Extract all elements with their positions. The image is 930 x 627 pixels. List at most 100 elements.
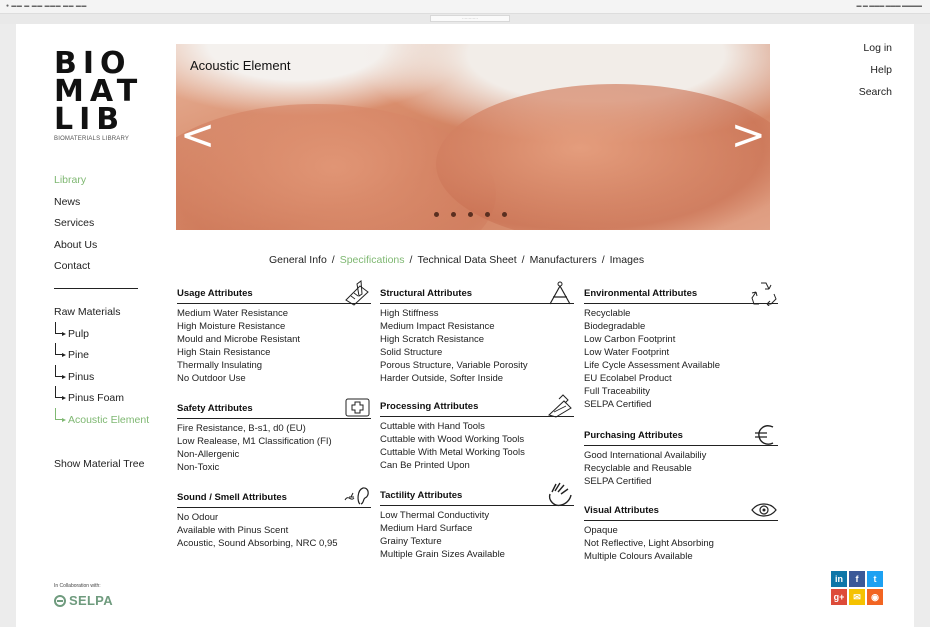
attribute-list: Medium Water Resistance High Moisture Res… [177, 307, 371, 385]
structural-attributes: Structural Attributes High Stiffness Medi… [380, 281, 574, 385]
attribute-item: Good International Availabiliy [584, 450, 707, 461]
attribute-item: Multiple Colours Available [584, 551, 693, 562]
attribute-item: SELPA Certified [584, 476, 652, 487]
compass-icon [549, 281, 571, 305]
attribute-item: SELPA Certified [584, 399, 652, 410]
search-link[interactable]: Search [859, 86, 892, 108]
tab-technical-data-sheet[interactable]: Technical Data Sheet [417, 254, 516, 266]
attribute-item: No Outdoor Use [177, 373, 246, 384]
sound-smell-attributes: Sound / Smell Attributes No Odour Availab… [177, 487, 371, 550]
group-title: Structural Attributes [380, 288, 473, 299]
browser-menu: ● ▬▬ ▬ ▬▬ ▬▬▬ ▬▬ ▬▬ [6, 3, 87, 9]
attribute-item: Medium Impact Resistance [380, 321, 495, 332]
attribute-item: Non-Allergenic [177, 449, 240, 460]
logo-subtitle: BIOMATERIALS LIBRARY [54, 136, 130, 142]
group-title: Visual Attributes [584, 505, 659, 516]
attribute-item: Low Thermal Conductivity [380, 510, 490, 521]
ruler-pencil-icon [345, 280, 369, 306]
tactility-attributes: Tactility Attributes Low Thermal Conduct… [380, 482, 574, 561]
tree-arrow-icon [55, 364, 66, 379]
tree-item-label: Acoustic Element [68, 413, 150, 426]
attribute-item: Available with Pinus Scent [177, 525, 289, 536]
tree-item-pine[interactable]: Pine [54, 343, 149, 371]
tab-specifications[interactable]: Specifications [340, 254, 405, 266]
nav-contact[interactable]: Contact [54, 260, 97, 282]
show-material-tree-link[interactable]: Show Material Tree [54, 458, 144, 470]
attribute-item: Low Carbon Footprint [584, 334, 676, 345]
facebook-icon[interactable]: f [849, 571, 865, 587]
help-link[interactable]: Help [859, 64, 892, 86]
collaboration-label: In Collaboration with: [54, 583, 101, 589]
page: BIO MAT LIB BIOMATERIALS LIBRARY Library… [16, 24, 914, 627]
tree-item-raw-materials[interactable]: Raw Materials [54, 306, 149, 328]
account-links: Log in Help Search [859, 42, 892, 108]
attribute-list: No Odour Available with Pinus Scent Acoust… [177, 511, 371, 550]
attribute-item: Recyclable and Reusable [584, 463, 692, 474]
slider-dot[interactable] [434, 212, 439, 217]
attribute-item: Cuttable With Metal Working Tools [380, 447, 525, 458]
group-title: Environmental Attributes [584, 288, 698, 299]
slider-dot[interactable] [468, 212, 473, 217]
attribute-item: Life Cycle Assessment Available [584, 360, 721, 371]
tab-separator: / [409, 254, 413, 266]
attribute-list: Recyclable Biodegradable Low Carbon Footpr… [584, 307, 778, 411]
login-link[interactable]: Log in [859, 42, 892, 64]
tree-item-label: Pine [68, 349, 90, 361]
attribute-list: Good International Availabiliy Recyclable… [584, 449, 778, 488]
attribute-item: Can Be Printed Upon [380, 460, 470, 471]
tree-arrow-icon [55, 407, 66, 422]
material-tabs: General Info / Specifications / Technical Da… [269, 254, 644, 266]
main-nav: Library News Services About Us Contact [54, 174, 97, 282]
tab-manufacturers[interactable]: Manufacturers [530, 254, 597, 266]
tree-item-label: Pinus [68, 370, 95, 383]
slider-prev-button[interactable]: < [180, 114, 215, 156]
tree-item-pulp[interactable]: Pulp [54, 321, 149, 350]
linkedin-icon[interactable]: in [831, 571, 847, 587]
attribute-item: Cuttable with Wood Working Tools [380, 434, 525, 445]
slider-dots [434, 212, 507, 217]
slider-dot[interactable] [502, 212, 507, 217]
selpa-logo[interactable]: SELPA [54, 593, 113, 608]
attribute-item: High Stiffness [380, 308, 439, 319]
visual-attributes: Visual Attributes Opaque Not Reflective, … [584, 503, 778, 563]
tree-item-acoustic-element[interactable]: Acoustic Element [54, 407, 150, 436]
nav-news[interactable]: News [54, 196, 97, 218]
browser-menu-bar: ● ▬▬ ▬ ▬▬ ▬▬▬ ▬▬ ▬▬ ▬ ▬ ▬▬▬ ▬▬▬ ▬▬▬▬ [0, 0, 930, 14]
attribute-item: Mould and Microbe Resistant [177, 334, 301, 345]
rss-icon[interactable]: ◉ [867, 589, 883, 605]
attribute-item: Low Realease, M1 Classification (FI) [177, 436, 332, 447]
tab-images[interactable]: Images [610, 254, 644, 266]
slider-dot[interactable] [485, 212, 490, 217]
group-title: Safety Attributes [177, 403, 253, 414]
tree-item-pinus[interactable]: Pinus [54, 364, 149, 393]
nav-about-us[interactable]: About Us [54, 239, 97, 261]
attribute-item: Medium Water Resistance [177, 308, 289, 319]
social-links: in f t g+ ✉ ◉ [831, 571, 883, 605]
twitter-icon[interactable]: t [867, 571, 883, 587]
group-title: Processing Attributes [380, 401, 479, 412]
usage-attributes: Usage Attributes Medium Water Resistance… [177, 280, 371, 385]
url-field[interactable]: ⋯⋯⋯⋯ [430, 15, 510, 22]
logo[interactable]: BIO MAT LIB BIOMATERIALS LIBRARY [54, 49, 144, 143]
tab-general-info[interactable]: General Info [269, 254, 327, 266]
email-icon[interactable]: ✉ [849, 589, 865, 605]
attribute-item: Opaque [584, 525, 618, 536]
selpa-logo-text: SELPA [69, 593, 113, 608]
nav-services[interactable]: Services [54, 217, 97, 239]
hand-icon [548, 482, 572, 507]
tree-arrow-icon [55, 386, 66, 400]
attribute-list: Cuttable with Hand Tools Cuttable with Wo… [380, 420, 574, 472]
tree-item-label: Pulp [68, 327, 90, 340]
attribute-item: Harder Outside, Softer Inside [380, 373, 504, 384]
google-plus-icon[interactable]: g+ [831, 589, 847, 605]
attribute-item: Non-Toxic [177, 462, 220, 473]
group-title: Sound / Smell Attributes [177, 492, 287, 503]
attribute-list: High Stiffness Medium Impact Resistance Hi… [380, 307, 574, 385]
nav-library[interactable]: Library [54, 174, 97, 196]
slider-dot[interactable] [451, 212, 456, 217]
processing-attributes: Processing Attributes Cuttable with Hand… [380, 394, 574, 472]
tree-item-pinus-foam[interactable]: Pinus Foam [54, 386, 149, 414]
slider-next-button[interactable]: > [731, 114, 766, 156]
attribute-item: High Moisture Resistance [177, 321, 286, 332]
group-title: Tactility Attributes [380, 490, 463, 501]
